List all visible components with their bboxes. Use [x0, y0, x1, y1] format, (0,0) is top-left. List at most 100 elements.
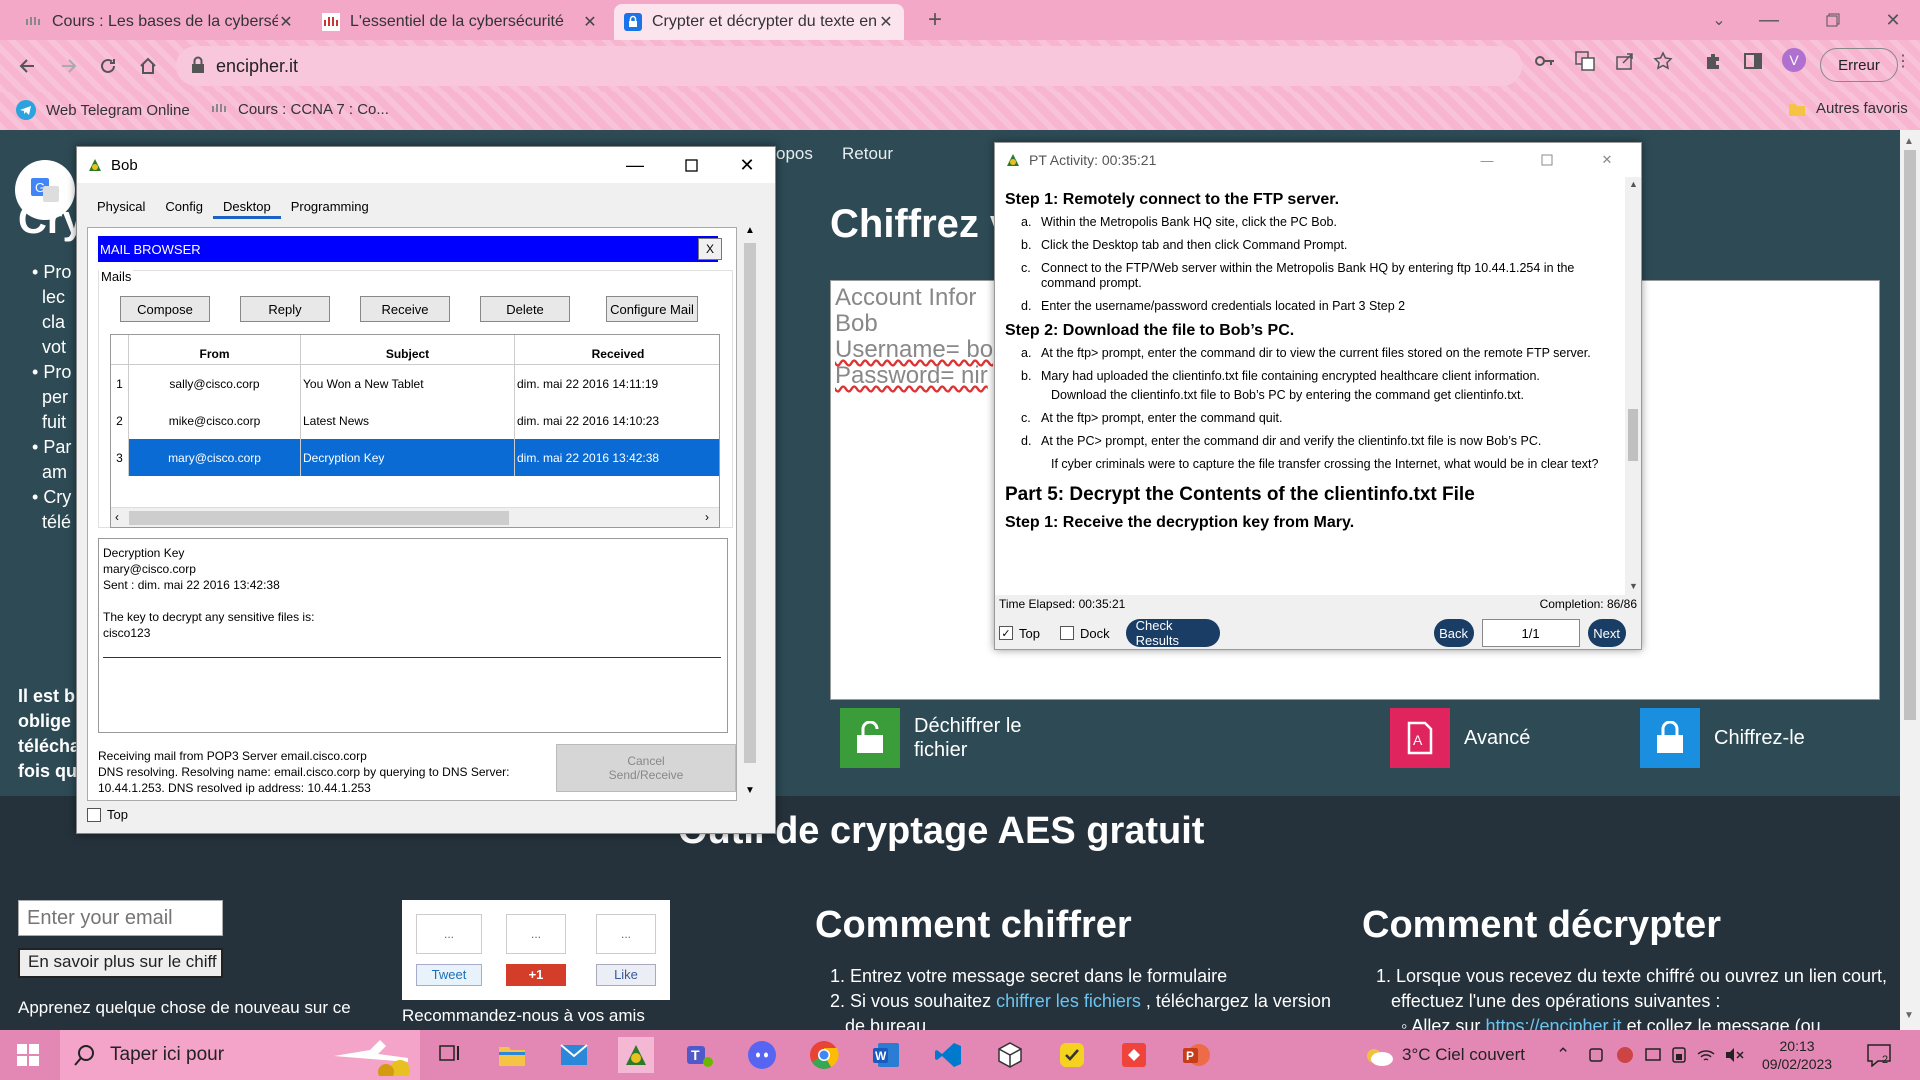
- minimize-button[interactable]: —: [1746, 0, 1792, 40]
- table-row[interactable]: 1 sally@cisco.corp You Won a New Tablet …: [111, 365, 719, 402]
- scroll-thumb[interactable]: [1628, 409, 1638, 461]
- search-box[interactable]: Taper ici pour: [60, 1030, 420, 1080]
- top-checkbox[interactable]: Top: [87, 807, 128, 822]
- chevron-up-icon[interactable]: ⌃: [1556, 1030, 1570, 1080]
- scroll-left-icon[interactable]: ‹: [115, 510, 119, 524]
- close-tab-icon[interactable]: ✕: [878, 12, 894, 32]
- scroll-thumb[interactable]: [129, 511, 509, 525]
- email-input[interactable]: [18, 900, 223, 936]
- bob-titlebar[interactable]: Bob — ✕: [77, 147, 775, 183]
- reload-button[interactable]: [92, 50, 124, 82]
- side-panel-icon[interactable]: [1742, 50, 1764, 72]
- checkbox-checked[interactable]: ✓: [999, 626, 1013, 640]
- translate-icon[interactable]: [1574, 50, 1596, 72]
- close-button[interactable]: ✕: [1579, 143, 1635, 177]
- scroll-up-icon[interactable]: ▲: [745, 225, 755, 236]
- plusone-button[interactable]: +1: [506, 964, 566, 986]
- anydesk-icon[interactable]: [1116, 1037, 1152, 1073]
- home-button[interactable]: [132, 50, 164, 82]
- tab-config[interactable]: Config: [155, 197, 213, 219]
- reply-button[interactable]: Reply: [240, 296, 330, 322]
- horizontal-scrollbar[interactable]: ‹ ›: [111, 507, 719, 527]
- advanced-button[interactable]: A Avancé: [1390, 708, 1530, 768]
- 3d-app-icon[interactable]: [992, 1037, 1028, 1073]
- mail-browser-close-button[interactable]: X: [698, 238, 722, 260]
- tab-cybersecurity-essentials[interactable]: L'essentiel de la cybersécurité ✕: [312, 4, 608, 40]
- pt-scrollbar[interactable]: ▲ ▼: [1625, 177, 1641, 595]
- tab-programming[interactable]: Programming: [281, 197, 379, 219]
- dock-checkbox[interactable]: Dock: [1059, 626, 1110, 641]
- packet-tracer-taskbar-icon[interactable]: [618, 1037, 654, 1073]
- cancel-send-receive-button[interactable]: Cancel Send/Receive: [556, 744, 736, 792]
- scroll-up-icon[interactable]: ▲: [1904, 136, 1914, 147]
- new-tab-button[interactable]: +: [912, 0, 958, 40]
- learn-more-button[interactable]: En savoir plus sur le chiff: [18, 948, 223, 978]
- scroll-thumb[interactable]: [744, 243, 756, 763]
- other-bookmarks[interactable]: Autres favoris: [1788, 100, 1908, 117]
- antivirus-icon[interactable]: [1616, 1030, 1634, 1080]
- lock-icon[interactable]: [190, 56, 206, 74]
- page-scrollbar[interactable]: ▲ ▼: [1900, 130, 1920, 1030]
- table-row[interactable]: 2 mike@cisco.corp Latest News dim. mai 2…: [111, 402, 719, 439]
- back-button[interactable]: Back: [1433, 619, 1474, 647]
- close-button[interactable]: ✕: [719, 147, 775, 183]
- receive-button[interactable]: Receive: [360, 296, 450, 322]
- like-button[interactable]: Like: [596, 964, 656, 986]
- windows-start-icon[interactable]: [10, 1037, 46, 1073]
- clock[interactable]: 20:13 09/02/2023: [1762, 1030, 1832, 1080]
- menu-icon[interactable]: ⋮: [1892, 50, 1914, 72]
- compose-button[interactable]: Compose: [120, 296, 210, 322]
- maximize-button[interactable]: [1519, 143, 1575, 177]
- checkbox[interactable]: [1059, 626, 1074, 640]
- forward-button[interactable]: [52, 50, 84, 82]
- error-button[interactable]: Erreur: [1820, 48, 1898, 82]
- vscode-icon[interactable]: [930, 1037, 966, 1073]
- scroll-down-icon[interactable]: ▼: [745, 785, 755, 796]
- restore-button[interactable]: [1810, 0, 1856, 40]
- top-checkbox[interactable]: ✓ Top: [999, 626, 1040, 641]
- minimize-button[interactable]: —: [607, 147, 663, 183]
- page-indicator[interactable]: 1/1: [1481, 619, 1580, 647]
- scroll-down-icon[interactable]: ▼: [1629, 581, 1638, 591]
- share-icon[interactable]: [1614, 50, 1636, 72]
- file-explorer-icon[interactable]: [494, 1037, 530, 1073]
- tab-cybersecurity-basics[interactable]: Cours : Les bases de la cybersécurité ✕: [14, 4, 304, 40]
- encrypt-files-link[interactable]: chiffrer les fichiers: [996, 991, 1141, 1011]
- bob-scrollbar[interactable]: ▲ ▼: [741, 223, 759, 801]
- notifications-icon[interactable]: 2: [1866, 1030, 1892, 1080]
- todo-app-icon[interactable]: [1054, 1037, 1090, 1073]
- close-tab-icon[interactable]: ✕: [582, 12, 598, 32]
- close-window-button[interactable]: ✕: [1870, 0, 1916, 40]
- scroll-right-icon[interactable]: ›: [705, 510, 709, 524]
- display-icon[interactable]: [1644, 1030, 1662, 1080]
- encrypt-button[interactable]: Chiffrez-le: [1640, 708, 1805, 768]
- decrypt-file-button[interactable]: Déchiffrer le fichier: [840, 708, 1021, 768]
- delete-button[interactable]: Delete: [480, 296, 570, 322]
- table-row-selected[interactable]: 3 mary@cisco.corp Decryption Key dim. ma…: [111, 439, 719, 476]
- tab-desktop[interactable]: Desktop: [213, 197, 281, 219]
- minimize-button[interactable]: —: [1459, 143, 1515, 177]
- nav-link-about[interactable]: opos: [776, 144, 813, 164]
- powerpoint-icon[interactable]: P: [1178, 1037, 1214, 1073]
- teams-icon[interactable]: T: [682, 1037, 718, 1073]
- battery-icon[interactable]: [1670, 1030, 1688, 1080]
- scroll-up-icon[interactable]: ▲: [1629, 179, 1638, 189]
- tab-physical[interactable]: Physical: [87, 197, 155, 219]
- close-tab-icon[interactable]: ✕: [278, 12, 294, 32]
- maximize-button[interactable]: [663, 147, 719, 183]
- wifi-icon[interactable]: [1696, 1030, 1716, 1080]
- key-icon[interactable]: [1534, 50, 1556, 72]
- bookmark-star-icon[interactable]: [1652, 50, 1674, 72]
- bookmark-ccna[interactable]: Cours : CCNA 7 : Co...: [210, 100, 389, 118]
- check-results-button[interactable]: Check Results: [1125, 618, 1220, 648]
- discord-icon[interactable]: [744, 1037, 780, 1073]
- bookmark-telegram[interactable]: Web Telegram Online: [16, 100, 190, 120]
- tray-app-icon[interactable]: [1588, 1030, 1604, 1080]
- weather-widget[interactable]: 3°C Ciel couvert: [1364, 1030, 1525, 1080]
- address-bar[interactable]: encipher.it: [176, 46, 1522, 86]
- tab-encipher[interactable]: Crypter et décrypter du texte en ligne ✕: [614, 4, 904, 40]
- next-button[interactable]: Next: [1587, 619, 1626, 647]
- scroll-down-icon[interactable]: ▼: [1904, 1010, 1914, 1021]
- tab-search-icon[interactable]: ⌄: [1696, 0, 1742, 40]
- profile-avatar[interactable]: V: [1782, 48, 1806, 72]
